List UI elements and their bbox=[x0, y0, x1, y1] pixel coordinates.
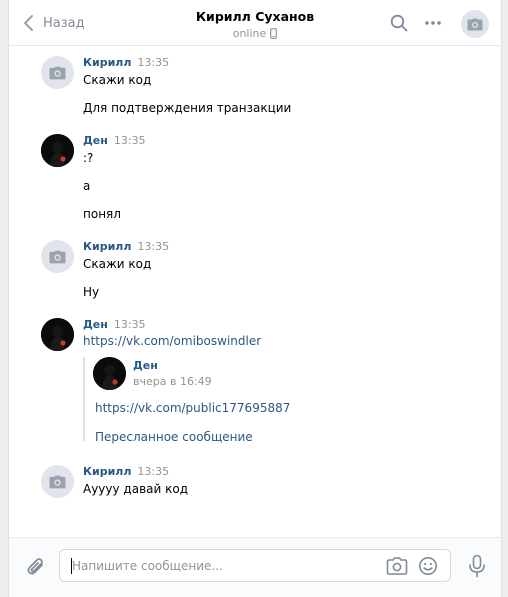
forwarded-message: Ден вчера в 16:49 https://vk.com/public1… bbox=[83, 357, 463, 444]
message-meta: Ден 13:35 bbox=[83, 318, 146, 331]
message-group: Ден 13:35 :? а понял bbox=[41, 134, 481, 224]
chat-window: Назад Кирилл Суханов online Кирилл 13:35 … bbox=[8, 0, 502, 597]
back-label: Назад bbox=[43, 15, 85, 31]
avatar[interactable] bbox=[41, 465, 74, 498]
message-author[interactable]: Кирилл bbox=[83, 240, 131, 253]
message-author[interactable]: Ден bbox=[83, 318, 108, 331]
smile-icon[interactable] bbox=[418, 556, 438, 576]
paperclip-icon[interactable] bbox=[25, 556, 47, 578]
message-time[interactable]: 13:35 bbox=[137, 56, 169, 69]
message-author[interactable]: Ден bbox=[83, 134, 108, 147]
message-text: Скажи код bbox=[83, 73, 152, 87]
message-group: Кирилл 13:35 Скажи код Для подтверждения … bbox=[41, 56, 481, 122]
back-button[interactable]: Назад bbox=[21, 14, 85, 32]
avatar[interactable] bbox=[41, 134, 74, 167]
forwarded-author[interactable]: Ден bbox=[133, 359, 158, 372]
message-meta: Ден 13:35 bbox=[83, 134, 146, 147]
message-input[interactable] bbox=[72, 550, 372, 581]
forwarded-avatar[interactable] bbox=[93, 357, 126, 390]
message-text: Скажи код bbox=[83, 257, 152, 271]
forwarded-time[interactable]: вчера в 16:49 bbox=[133, 375, 212, 388]
message-input-box[interactable] bbox=[59, 549, 451, 582]
text-caret bbox=[71, 558, 72, 574]
mobile-icon bbox=[270, 28, 278, 39]
chevron-left-icon bbox=[24, 15, 33, 31]
camera-icon bbox=[49, 250, 66, 263]
microphone-icon[interactable] bbox=[467, 554, 487, 578]
camera-icon bbox=[49, 66, 66, 79]
message-author[interactable]: Кирилл bbox=[83, 465, 131, 478]
chat-header: Назад Кирилл Суханов online bbox=[9, 0, 501, 46]
forwarded-link[interactable]: https://vk.com/public177695887 bbox=[95, 401, 290, 415]
message-time[interactable]: 13:35 bbox=[114, 134, 146, 147]
message-meta: Кирилл 13:35 bbox=[83, 465, 169, 478]
message-text: понял bbox=[83, 207, 121, 221]
message-group: Кирилл 13:35 Скажи код Ну bbox=[41, 240, 481, 302]
camera-icon bbox=[49, 475, 66, 488]
search-icon[interactable] bbox=[389, 13, 409, 33]
online-status: online bbox=[233, 27, 278, 40]
chat-avatar[interactable] bbox=[461, 10, 489, 38]
forwarded-label[interactable]: Пересланное сообщение bbox=[95, 430, 253, 444]
message-text: Ну bbox=[83, 285, 100, 299]
camera-icon bbox=[467, 18, 483, 30]
message-group: Ден 13:35 https://vk.com/omiboswindler Де… bbox=[41, 318, 481, 448]
message-group: Кирилл 13:35 Ауууу давай код bbox=[41, 465, 481, 501]
message-meta: Кирилл 13:35 bbox=[83, 240, 169, 253]
message-text: а bbox=[83, 179, 91, 193]
more-icon[interactable] bbox=[423, 13, 443, 33]
message-history[interactable]: Кирилл 13:35 Скажи код Для подтверждения … bbox=[9, 46, 501, 536]
user-photo-icon bbox=[41, 134, 74, 167]
camera-icon[interactable] bbox=[386, 556, 408, 576]
message-text: Для подтверждения транзакции bbox=[83, 101, 292, 115]
user-photo-icon bbox=[93, 357, 126, 390]
avatar[interactable] bbox=[41, 56, 74, 89]
message-text: :? bbox=[83, 151, 94, 165]
message-meta: Кирилл 13:35 bbox=[83, 56, 169, 69]
message-time[interactable]: 13:35 bbox=[114, 318, 146, 331]
message-author[interactable]: Кирилл bbox=[83, 56, 131, 69]
message-time[interactable]: 13:35 bbox=[137, 465, 169, 478]
message-link[interactable]: https://vk.com/omiboswindler bbox=[83, 334, 261, 348]
status-text: online bbox=[232, 27, 267, 40]
message-text: Ауууу давай код bbox=[83, 482, 189, 496]
message-time[interactable]: 13:35 bbox=[137, 240, 169, 253]
avatar[interactable] bbox=[41, 318, 74, 351]
composer bbox=[9, 537, 501, 597]
user-photo-icon bbox=[41, 318, 74, 351]
avatar[interactable] bbox=[41, 240, 74, 273]
